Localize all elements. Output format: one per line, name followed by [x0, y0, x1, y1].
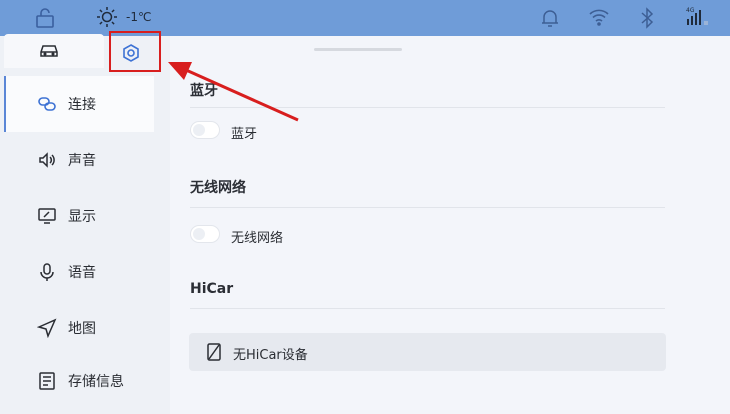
- section-title-hicar: HiCar: [190, 281, 234, 297]
- sidebar-item-display[interactable]: 显示: [4, 188, 154, 244]
- link-icon: [37, 94, 57, 114]
- divider: [190, 308, 665, 309]
- hicar-device-row[interactable]: 无HiCar设备: [189, 333, 666, 371]
- speaker-icon: [37, 150, 57, 170]
- sidebar-item-label: 连接: [68, 97, 96, 113]
- display-icon: [37, 206, 57, 226]
- sidebar-item-label: 语音: [68, 265, 96, 281]
- bluetooth-toggle[interactable]: [190, 121, 220, 139]
- sun-icon: [96, 6, 118, 32]
- drag-handle[interactable]: [314, 48, 402, 51]
- wifi-toggle[interactable]: [190, 225, 220, 243]
- no-device-icon: [205, 342, 223, 366]
- storage-icon: [37, 371, 57, 391]
- bluetooth-icon[interactable]: [640, 7, 654, 33]
- bell-icon[interactable]: [540, 7, 560, 33]
- car-icon: [38, 41, 60, 63]
- signal-label: 4G: [686, 7, 695, 14]
- navigation-icon: [36, 318, 57, 339]
- tab-vehicle[interactable]: [4, 34, 104, 68]
- hicar-device-label: 无HiCar设备: [233, 348, 308, 363]
- cellular-signal-icon: 4G: [684, 5, 708, 33]
- sidebar-item-map[interactable]: 地图: [4, 300, 154, 356]
- sidebar-item-label: 显示: [68, 209, 96, 225]
- wifi-toggle-label: 无线网络: [231, 231, 284, 246]
- temperature: -1℃: [126, 10, 152, 24]
- divider: [190, 207, 665, 208]
- section-title-wifi: 无线网络: [190, 180, 246, 196]
- sidebar-item-voice[interactable]: 语音: [4, 244, 154, 300]
- section-title-bluetooth: 蓝牙: [190, 83, 218, 99]
- wifi-icon[interactable]: [588, 8, 610, 30]
- lock-icon[interactable]: [34, 7, 56, 33]
- sidebar-item-storage[interactable]: 存储信息: [4, 353, 154, 409]
- microphone-icon: [37, 262, 57, 282]
- sidebar-item-sound[interactable]: 声音: [4, 132, 154, 188]
- bluetooth-toggle-label: 蓝牙: [231, 127, 258, 142]
- highlight-box: [109, 31, 161, 72]
- divider: [190, 107, 665, 108]
- sidebar-item-label: 地图: [68, 321, 96, 337]
- sidebar-item-label: 声音: [68, 153, 96, 169]
- sidebar-item-label: 存储信息: [68, 374, 124, 390]
- sidebar-item-connection[interactable]: 连接: [4, 76, 154, 132]
